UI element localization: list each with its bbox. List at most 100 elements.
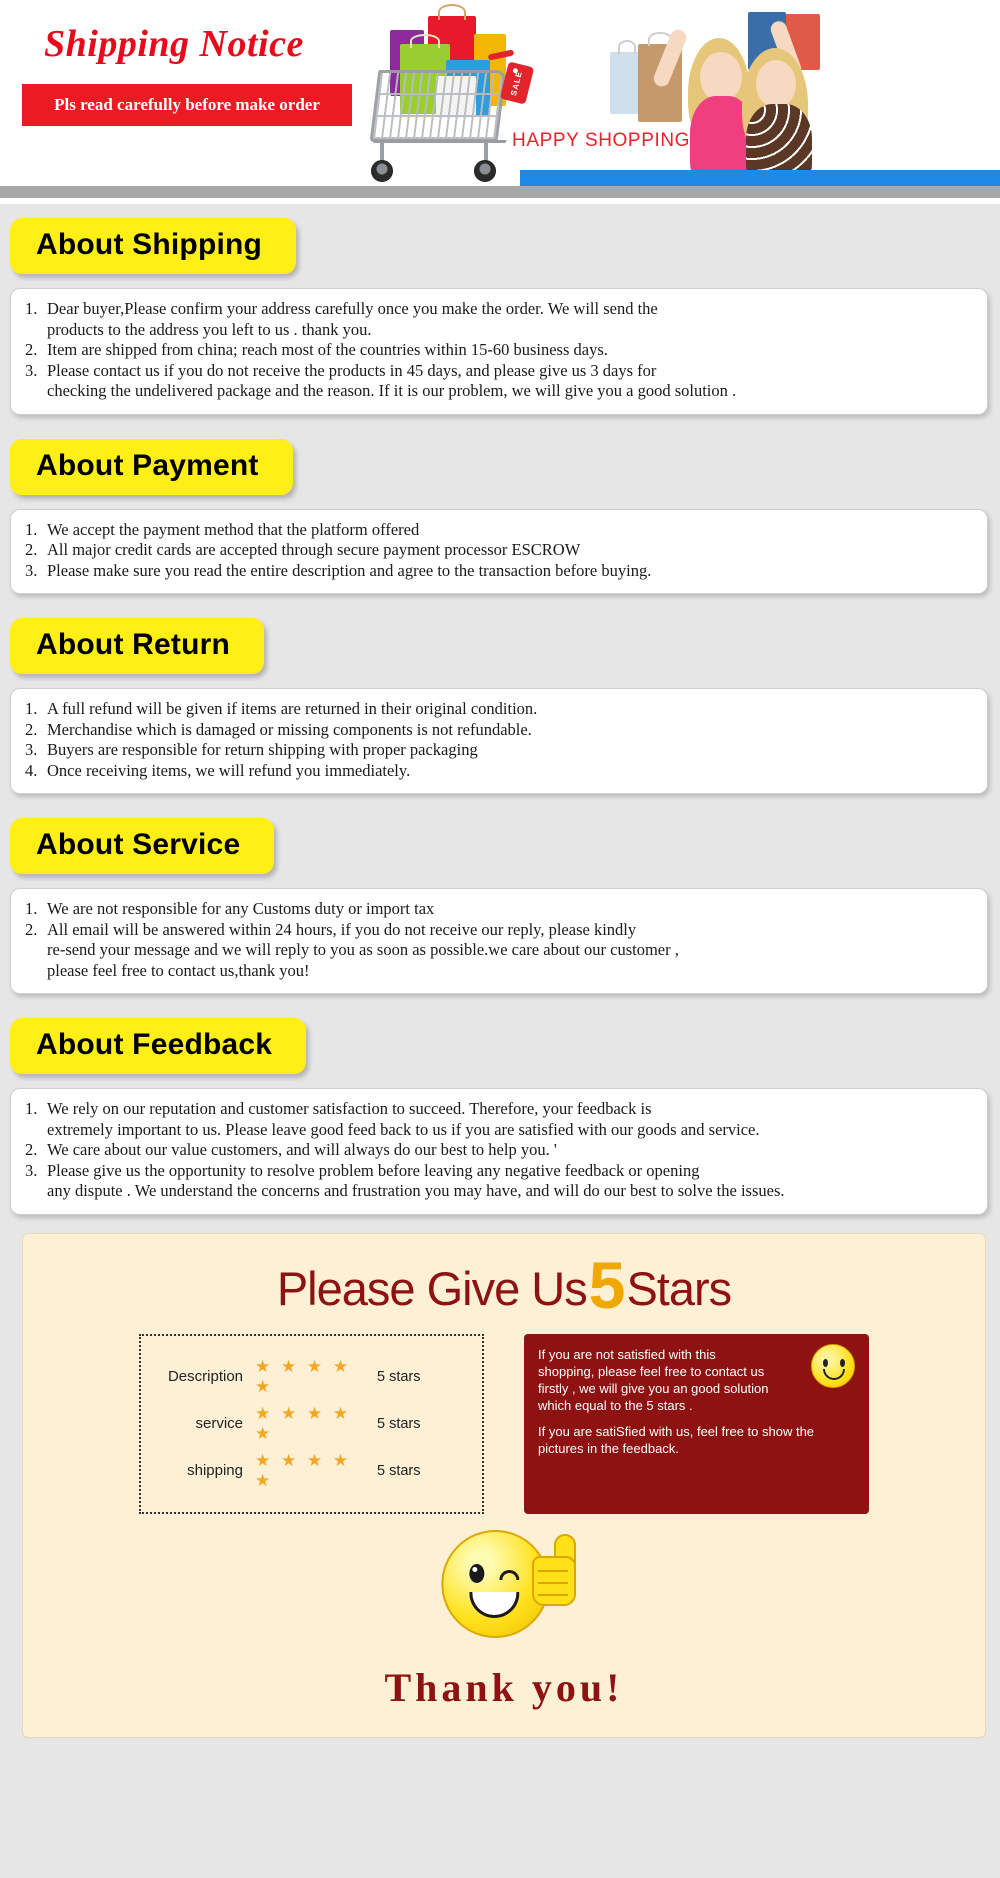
section-list: 1. We are not responsible for any Custom… [25,899,973,981]
list-item-line: please feel free to contact us,thank you… [47,960,310,980]
list-item: 1. A full refund will be given if items … [25,699,973,720]
list-item-line: We rely on our reputation and customer s… [47,1099,652,1118]
give-us-prefix: Please Give Us [276,1262,588,1315]
rating-row-description: Description ★ ★ ★ ★ ★ 5 stars [159,1357,464,1397]
sections-container: About Shipping 1. Dear buyer,Please conf… [0,204,1000,1738]
list-item-line: Once receiving items, we will refund you… [47,760,411,780]
thank-you-label: Thank you! [384,1664,624,1710]
list-item-line: checking the undelivered package and the… [47,381,737,400]
list-item: 2. We care about our value customers, an… [25,1140,973,1161]
list-item-line: All major credit cards are accepted thro… [47,540,581,559]
bag-red-handle-icon [438,4,466,20]
section-badge-label: About Shipping [36,228,263,261]
shopping-bag-blue-handle-icon [618,40,636,54]
rating-label: Description [167,1368,243,1385]
ratings-row: Description ★ ★ ★ ★ ★ 5 stars service ★ … [23,1333,985,1514]
list-item: 2. Merchandise which is damaged or missi… [25,720,973,741]
smiley-mouth-icon [823,1368,845,1380]
section-list: 1. A full refund will be given if items … [25,699,973,781]
section-list: 1. We accept the payment method that the… [25,520,973,582]
list-item-line: Buyers are responsible for return shippi… [47,740,478,759]
list-item-line: We are not responsible for any Customs d… [47,899,435,918]
shopper-left-head-icon [700,52,742,102]
give-us-five-stars-heading: Please Give Us 5 Stars [23,1252,985,1326]
cart-wheel-left-icon [371,160,393,182]
section-body-service: 1. We are not responsible for any Custom… [10,888,988,994]
satisfaction-notice-box: If you are not satisfied with this shopp… [524,1333,869,1514]
ratings-dotted-box: Description ★ ★ ★ ★ ★ 5 stars service ★ … [139,1333,484,1514]
read-carefully-ribbon: Pls read carefully before make order [22,84,352,126]
rating-value: 5 stars [377,1462,421,1479]
list-item: 1. We rely on our reputation and custome… [25,1099,973,1140]
list-item: 3. Please give us the opportunity to res… [25,1161,973,1202]
list-item-number: 3. [25,740,38,759]
list-item-number: 1. [25,299,38,318]
section-body-payment: 1. We accept the payment method that the… [10,508,988,594]
list-item-line: All email will be answered within 24 hou… [47,919,637,939]
star-rating-icon: ★ ★ ★ ★ ★ [255,1403,352,1443]
section-about-feedback: About Feedback 1. We rely on our reputat… [0,994,1000,1215]
list-item-number: 1. [25,899,38,918]
section-about-service: About Service 1. We are not responsible … [0,794,1000,994]
list-item-number: 1. [25,699,38,718]
list-item: 2. All major credit cards are accepted t… [25,540,973,561]
list-item-line: Item are shipped from china; reach most … [47,340,608,359]
list-item-line: A full refund will be given if items are… [47,699,538,718]
list-item: 4. Once receiving items, we will refund … [25,761,973,782]
ribbon-label: Pls read carefully before make order [54,95,320,114]
happy-shopping-label: HAPPY SHOPPING [512,130,691,151]
star-rating-icon: ★ ★ ★ ★ ★ [255,1450,352,1490]
rating-value: 5 stars [377,1415,421,1432]
list-item-line: Merchandise which is damaged or missing … [47,719,532,739]
list-item-number: 2. [25,919,38,939]
notice-not-satisfied: If you are not satisfied with this shopp… [538,1346,769,1413]
emoji-mouth-icon [469,1591,520,1618]
header-blue-bar [520,170,1000,186]
smiley-eye-left-icon [823,1358,828,1367]
list-item-number: 3. [25,1160,38,1180]
sale-tag-label: SALE [509,69,525,97]
list-item-line: any dispute . We understand the concerns… [47,1181,785,1200]
list-item-line: Dear buyer,Please confirm your address c… [47,299,658,318]
list-item-line: We care about our value customers, and w… [47,1140,557,1159]
section-body-return: 1. A full refund will be given if items … [10,688,988,794]
section-badge-label: About Service [36,828,241,861]
list-item: 1. We accept the payment method that the… [25,520,973,541]
star-rating-icon: ★ ★ ★ ★ ★ [255,1356,352,1396]
shopper-right-head-icon [756,60,796,108]
section-about-shipping: About Shipping 1. Dear buyer,Please conf… [0,204,1000,415]
list-item-number: 3. [25,360,38,380]
rating-label: service [195,1415,243,1432]
list-item-line: Please make sure you read the entire des… [47,560,652,580]
list-item: 3. Please make sure you read the entire … [25,561,973,582]
list-item-number: 3. [25,560,38,580]
section-badge-service: About Service [10,818,275,874]
list-item-number: 4. [25,760,38,780]
big-five-number: 5 [588,1247,626,1322]
list-item-number: 2. [25,540,38,559]
shopping-cart-illustration: SALE [366,4,556,183]
cart-basket-icon [369,70,507,142]
list-item-line: Please contact us if you do not receive … [47,360,657,380]
rating-row-service: service ★ ★ ★ ★ ★ 5 stars [159,1404,464,1444]
section-body-shipping: 1. Dear buyer,Please confirm your addres… [10,288,988,415]
rating-label: shipping [187,1462,243,1479]
smiley-eye-right-icon [840,1358,845,1367]
section-badge-label: About Return [36,628,231,661]
section-about-return: About Return 1. A full refund will be gi… [0,594,1000,794]
section-body-feedback: 1. We rely on our reputation and custome… [10,1088,988,1215]
cart-wheel-right-icon [474,160,496,182]
list-item-number: 2. [25,1140,38,1159]
section-badge-label: About Payment [36,448,259,482]
section-list: 1. We rely on our reputation and custome… [25,1099,973,1202]
thumbs-up-icon [532,1533,584,1608]
page-header: Shipping Notice Pls read carefully befor… [0,0,1000,204]
smiley-face-icon [811,1343,855,1388]
happy-shoppers-illustration [600,0,900,190]
list-item-line: re-send your message and we will reply t… [47,940,679,959]
five-stars-panel: Please Give Us 5 Stars Description ★ ★ ★… [22,1232,986,1738]
emoji-eye-open-icon [469,1563,485,1583]
list-item: 3. Buyers are responsible for return shi… [25,740,973,761]
list-item: 3. Please contact us if you do not recei… [25,361,973,402]
rating-row-shipping: shipping ★ ★ ★ ★ ★ 5 stars [159,1451,464,1491]
